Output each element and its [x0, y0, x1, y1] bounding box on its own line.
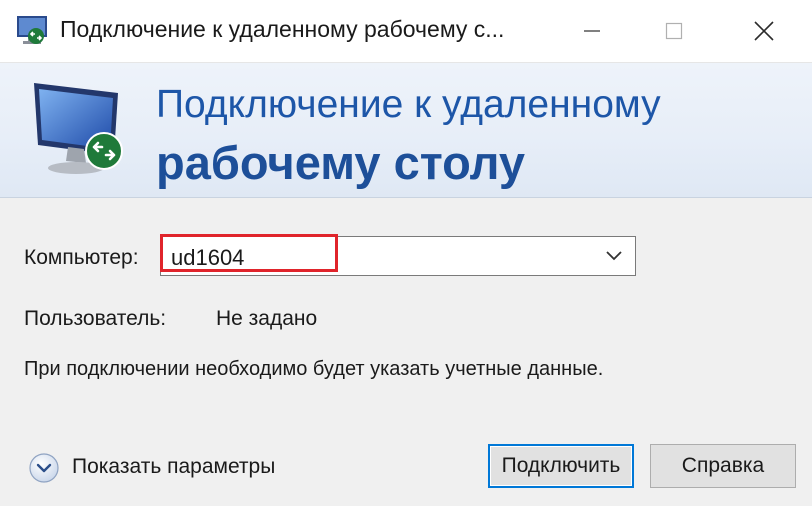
remote-desktop-icon: [34, 83, 123, 174]
close-icon: [754, 21, 774, 41]
remote-desktop-app-icon: [17, 16, 47, 44]
title-bar[interactable]: Подключение к удаленному рабочему с...: [0, 0, 812, 63]
rdp-window: Подключение к удаленному рабочему с... П…: [0, 0, 812, 506]
maximize-icon: [665, 22, 683, 40]
show-options-chevron-icon[interactable]: [28, 452, 60, 484]
highlight-annotation: [160, 234, 338, 272]
maximize-button[interactable]: [642, 0, 706, 62]
connect-button[interactable]: Подключить: [488, 444, 634, 488]
minimize-icon: [584, 30, 600, 32]
banner-title-line2: рабочему столу: [156, 136, 526, 189]
computer-label: Компьютер:: [24, 246, 139, 269]
user-value: Не задано: [216, 307, 318, 330]
window-title: Подключение к удаленному рабочему с...: [60, 16, 505, 42]
help-button[interactable]: Справка: [650, 444, 796, 488]
banner-title-line1: Подключение к удаленному: [156, 83, 661, 126]
header-banner: Подключение к удаленному рабочему столу: [0, 63, 812, 198]
user-label: Пользователь:: [24, 307, 167, 330]
minimize-button[interactable]: [560, 0, 624, 62]
chevron-down-icon[interactable]: [605, 249, 623, 263]
show-options-link[interactable]: Показать параметры: [72, 455, 275, 479]
credentials-info-text: При подключении необходимо будет указать…: [24, 358, 604, 380]
close-button[interactable]: [732, 0, 796, 62]
